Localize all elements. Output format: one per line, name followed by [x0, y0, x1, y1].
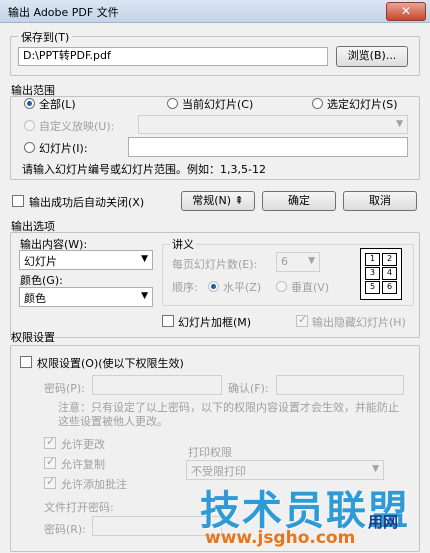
- thumb-cell: 3: [365, 267, 380, 280]
- chevron-down-icon: ▼: [141, 254, 148, 264]
- close-button[interactable]: ✕: [386, 2, 426, 21]
- ok-button[interactable]: 确定: [262, 191, 336, 211]
- print-permission-value: 不受限打印: [191, 465, 246, 478]
- thumb-cell: 4: [382, 267, 397, 280]
- hidden-slides-label: 输出隐藏幻灯片(H): [312, 316, 406, 329]
- chevron-down-icon: ▼: [372, 464, 379, 474]
- browse-button[interactable]: 浏览(B)...: [336, 46, 408, 67]
- per-page-value: 6: [281, 255, 288, 268]
- range-slides-label: 幻灯片(I):: [39, 142, 88, 155]
- normal-toggle-button[interactable]: 常规(N) ⇞: [181, 191, 255, 211]
- order-horizontal-radio[interactable]: [208, 281, 219, 292]
- confirm-label: 确认(F):: [228, 382, 269, 395]
- order-vertical-label: 垂直(V): [291, 281, 330, 294]
- range-hint: 请输入幻灯片编号或幻灯片范围。例如：1,3,5-12: [22, 163, 266, 176]
- watermark-site-text: www.jsgho.com: [205, 528, 356, 548]
- range-selected-label: 选定幻灯片(S): [327, 98, 398, 111]
- frame-slides-checkbox[interactable]: [162, 315, 174, 327]
- order-vertical-radio[interactable]: [276, 281, 287, 292]
- auto-close-checkbox[interactable]: [12, 195, 24, 207]
- color-value: 颜色: [24, 292, 46, 305]
- password-input[interactable]: [92, 375, 222, 395]
- thumb-cell: 2: [382, 253, 397, 266]
- per-page-select[interactable]: 6 ▼: [276, 252, 320, 272]
- auto-close-label: 输出成功后自动关闭(X): [29, 196, 145, 209]
- order-horizontal-label: 水平(Z): [223, 281, 262, 294]
- allow-modify-checkbox[interactable]: [44, 435, 56, 449]
- color-label: 颜色(G):: [20, 274, 63, 287]
- range-custom-label: 自定义放映(U):: [39, 120, 115, 133]
- thumb-cell: 1: [365, 253, 380, 266]
- order-label: 顺序:: [172, 281, 198, 294]
- watermark-partial: 用网: [368, 511, 398, 532]
- range-all-radio[interactable]: [24, 98, 35, 109]
- allow-comment-checkbox[interactable]: [44, 475, 56, 489]
- permissions-enable-checkbox[interactable]: [20, 356, 32, 368]
- permissions-enable-label: 权限设置(O)(使以下权限生效): [37, 357, 184, 370]
- password-label: 密码(P):: [44, 382, 85, 395]
- close-icon: ✕: [400, 4, 412, 18]
- range-selected-radio[interactable]: [312, 98, 323, 109]
- permissions-group-label: 权限设置: [11, 331, 55, 344]
- range-all-label: 全部(L): [39, 98, 76, 111]
- allow-copy-checkbox[interactable]: [44, 455, 56, 469]
- open-password-heading: 文件打开密码:: [44, 501, 114, 514]
- open-password-label: 密码(R):: [44, 523, 86, 536]
- watermark-site: www.jsgho.com: [205, 528, 355, 548]
- cancel-button[interactable]: 取消: [343, 191, 417, 211]
- hidden-slides-checkbox[interactable]: [296, 313, 308, 327]
- allow-copy-label: 允许复制: [61, 458, 105, 471]
- chevron-down-icon: ▼: [308, 256, 315, 266]
- confirm-password-input[interactable]: [276, 375, 404, 395]
- save-to-label: 保存到(T): [18, 29, 73, 45]
- range-custom-radio[interactable]: [24, 120, 35, 131]
- content-select[interactable]: 幻灯片 ▼: [19, 250, 153, 270]
- content-value: 幻灯片: [24, 255, 57, 268]
- chevron-down-icon: ▼: [396, 119, 403, 129]
- thumb-cell: 6: [382, 281, 397, 294]
- print-permission-select[interactable]: 不受限打印 ▼: [186, 460, 384, 480]
- title-bar: 输出 Adobe PDF 文件 ✕: [0, 0, 430, 23]
- allow-modify-label: 允许更改: [61, 438, 105, 451]
- slides-range-input[interactable]: [128, 137, 408, 157]
- handout-label: 讲义: [170, 236, 196, 252]
- custom-show-select[interactable]: ▼: [138, 115, 408, 134]
- per-page-label: 每页幻灯片数(E):: [172, 258, 258, 271]
- range-slides-radio[interactable]: [24, 142, 35, 153]
- color-select[interactable]: 颜色 ▼: [19, 287, 153, 307]
- window-title: 输出 Adobe PDF 文件: [8, 6, 119, 19]
- allow-comment-label: 允许添加批注: [61, 478, 127, 491]
- permissions-note: 注意：只有设定了以上密码，以下的权限内容设置才会生效，并能防止这些设置被他人更改…: [58, 401, 399, 428]
- range-current-label: 当前幻灯片(C): [182, 98, 254, 111]
- print-permission-label: 打印权限: [188, 446, 232, 459]
- save-path-input[interactable]: D:\PPT转PDF.pdf: [18, 47, 328, 66]
- range-current-radio[interactable]: [167, 98, 178, 109]
- watermark-partial-text: 用网: [368, 513, 399, 531]
- thumb-cell: 5: [365, 281, 380, 294]
- handout-preview-thumbnail: 1 2 3 4 5 6: [360, 248, 402, 300]
- chevron-down-icon: ▼: [141, 291, 148, 301]
- frame-slides-label: 幻灯片加框(M): [178, 316, 252, 329]
